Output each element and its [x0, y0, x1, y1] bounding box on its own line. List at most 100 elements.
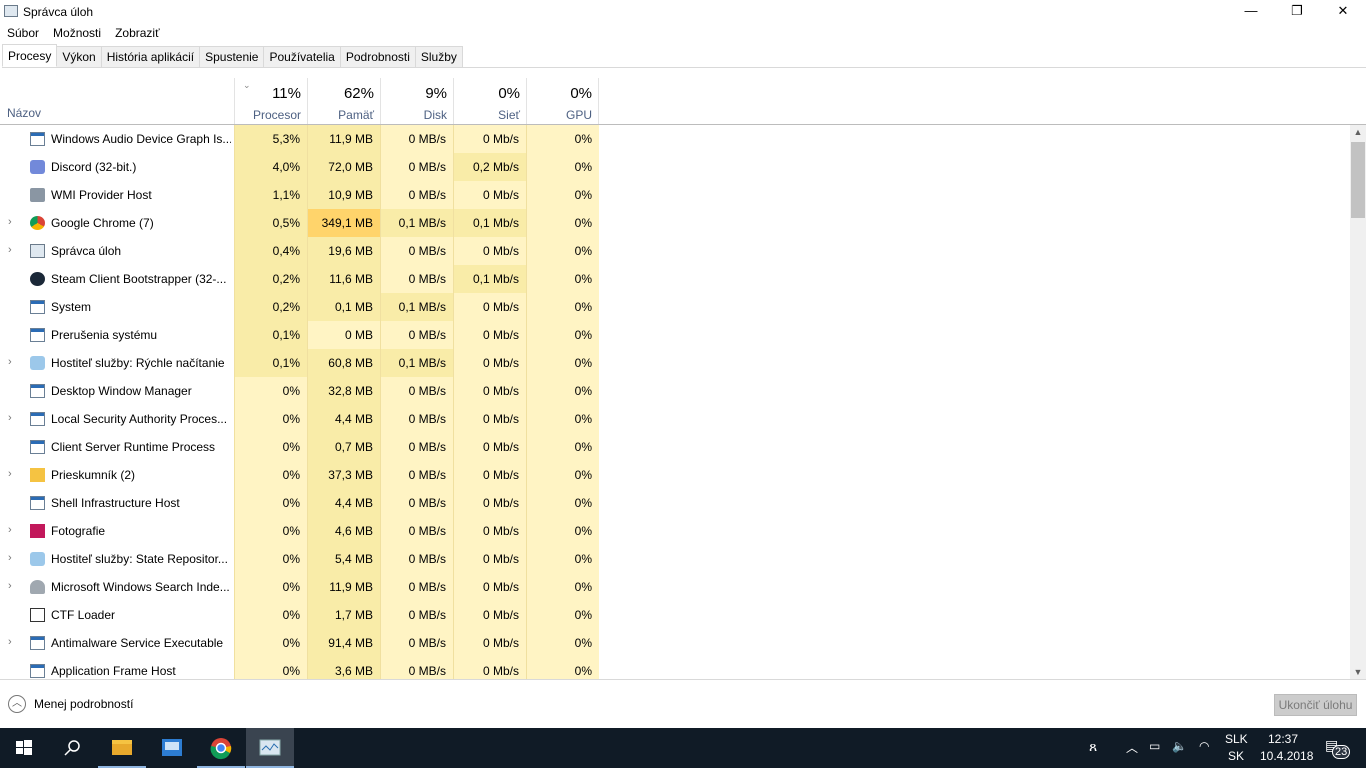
expand-chevron-icon[interactable]: ›	[8, 468, 12, 480]
fewer-details-link[interactable]: Menej podrobností	[34, 697, 133, 711]
expand-chevron-icon[interactable]: ›	[8, 216, 12, 228]
process-row[interactable]: Discord (32-bit.) 4,0% 72,0 MB 0 MB/s 0,2 Mb…	[0, 153, 1350, 181]
column-network[interactable]: 0% Sieť	[453, 78, 526, 124]
cpu-value: 0%	[234, 433, 307, 461]
expand-chevron-icon[interactable]: ›	[8, 412, 12, 424]
menu-options[interactable]: Možnosti	[46, 24, 108, 42]
process-row[interactable]: Steam Client Bootstrapper (32-... 0,2% 11,…	[0, 265, 1350, 293]
gpu-value: 0%	[526, 517, 599, 545]
volume-icon[interactable]: 🔈	[1172, 739, 1187, 753]
tab-services[interactable]: Služby	[415, 46, 463, 68]
menu-file[interactable]: Súbor	[0, 24, 46, 42]
scroll-down-icon[interactable]: ▼	[1350, 667, 1366, 677]
process-row[interactable]: WMI Provider Host 1,1% 10,9 MB 0 MB/s 0 Mb/s…	[0, 181, 1350, 209]
clock-time[interactable]: 12:37	[1268, 732, 1298, 746]
process-name: Shell Infrastructure Host	[51, 496, 180, 510]
disk-value: 0 MB/s	[380, 461, 453, 489]
process-row[interactable]: Prerušenia systému 0,1% 0 MB 0 MB/s 0 Mb/s 0%	[0, 321, 1350, 349]
memory-value: 349,1 MB	[307, 209, 380, 237]
process-row[interactable]: Shell Infrastructure Host 0% 4,4 MB 0 MB/s 0…	[0, 489, 1350, 517]
expand-chevron-icon[interactable]: ›	[8, 244, 12, 256]
chevron-up-icon[interactable]: ︿	[8, 695, 26, 713]
network-value: 0 Mb/s	[453, 489, 526, 517]
disk-value: 0 MB/s	[380, 657, 453, 679]
tab-processes[interactable]: Procesy	[2, 44, 58, 67]
chrome-icon	[210, 738, 232, 760]
network-value: 0 Mb/s	[453, 461, 526, 489]
process-row[interactable]: › Antimalware Service Executable 0% 91,4 MB…	[0, 629, 1350, 657]
tab-performance[interactable]: Výkon	[57, 46, 102, 68]
taskbar-explorer[interactable]	[98, 728, 146, 768]
close-button[interactable]: ✕	[1320, 0, 1366, 24]
cpu-value: 0%	[234, 573, 307, 601]
scrollbar-thumb[interactable]	[1351, 142, 1365, 218]
process-row[interactable]: Desktop Window Manager 0% 32,8 MB 0 MB/s 0 M…	[0, 377, 1350, 405]
taskbar-app[interactable]	[148, 728, 196, 768]
gpu-value: 0%	[526, 573, 599, 601]
disk-value: 0 MB/s	[380, 573, 453, 601]
tab-users[interactable]: Používatelia	[264, 46, 341, 68]
process-name: Prieskumník (2)	[51, 468, 136, 482]
process-row[interactable]: System 0,2% 0,1 MB 0,1 MB/s 0 Mb/s 0%	[0, 293, 1350, 321]
process-row[interactable]: Windows Audio Device Graph Is... 5,3% 11,9…	[0, 125, 1350, 153]
process-name: WMI Provider Host	[51, 188, 152, 202]
scroll-up-icon[interactable]: ▲	[1350, 127, 1366, 137]
expand-chevron-icon[interactable]: ›	[8, 356, 12, 368]
process-row[interactable]: › Microsoft Windows Search Inde... 0% 11,9 …	[0, 573, 1350, 601]
process-row[interactable]: › Správca úloh 0,4% 19,6 MB 0 MB/s 0 Mb/s 0%	[0, 237, 1350, 265]
search-indexer-icon	[30, 580, 45, 594]
menu-view[interactable]: Zobraziť	[108, 24, 167, 42]
gpu-label: GPU	[565, 108, 592, 122]
language-code[interactable]: SLK	[1225, 732, 1248, 746]
expand-chevron-icon[interactable]: ›	[8, 552, 12, 564]
process-row[interactable]: › Hostiteľ služby: Rýchle načítanie 0,1% 60…	[0, 349, 1350, 377]
expand-chevron-icon[interactable]: ›	[8, 524, 12, 536]
wifi-icon[interactable]: ◠	[1199, 739, 1209, 753]
process-row[interactable]: Application Frame Host 0% 3,6 MB 0 MB/s 0 Mb…	[0, 657, 1350, 679]
keyboard-layout[interactable]: SK	[1228, 749, 1244, 763]
expand-chevron-icon[interactable]: ›	[8, 636, 12, 648]
taskbar-task-manager[interactable]	[246, 728, 294, 768]
cpu-value: 0,1%	[234, 349, 307, 377]
column-gpu[interactable]: 0% GPU	[526, 78, 599, 124]
column-memory[interactable]: 62% Pamäť	[307, 78, 380, 124]
process-row[interactable]: › Prieskumník (2) 0% 37,3 MB 0 MB/s 0 Mb/s 0%	[0, 461, 1350, 489]
restore-button[interactable]: ❐	[1274, 0, 1320, 24]
process-row[interactable]: › Local Security Authority Proces... 0% 4,4…	[0, 405, 1350, 433]
tab-details[interactable]: Podrobnosti	[340, 46, 416, 68]
gpu-value: 0%	[526, 209, 599, 237]
column-disk[interactable]: 9% Disk	[380, 78, 453, 124]
memory-total: 62%	[343, 85, 374, 102]
tab-app-history[interactable]: História aplikácií	[101, 46, 201, 68]
column-name[interactable]: Názov	[7, 106, 41, 120]
process-row[interactable]: › Google Chrome (7) 0,5% 349,1 MB 0,1 MB/s 0,…	[0, 209, 1350, 237]
search-button[interactable]	[48, 728, 96, 768]
clock-date[interactable]: 10.4.2018	[1260, 749, 1313, 763]
folder-icon	[112, 740, 132, 755]
battery-icon[interactable]: ▭	[1149, 739, 1160, 753]
taskbar-chrome[interactable]	[197, 728, 245, 768]
chrome-icon	[30, 216, 45, 230]
network-value: 0,1 Mb/s	[453, 265, 526, 293]
task-manager-icon	[259, 739, 281, 756]
minimize-button[interactable]: —	[1228, 0, 1274, 24]
steam-icon	[30, 272, 45, 286]
title-bar: Správca úloh — ❐ ✕	[0, 0, 1366, 24]
expand-chevron-icon[interactable]: ›	[8, 580, 12, 592]
tab-startup[interactable]: Spustenie	[200, 46, 265, 68]
disk-value: 0 MB/s	[380, 601, 453, 629]
disk-value: 0 MB/s	[380, 377, 453, 405]
process-row[interactable]: › Hostiteľ služby: State Repositor... 0% 5,…	[0, 545, 1350, 573]
process-row[interactable]: CTF Loader 0% 1,7 MB 0 MB/s 0 Mb/s 0%	[0, 601, 1350, 629]
column-cpu[interactable]: ⌄ 11% Procesor	[234, 78, 307, 124]
chevron-up-icon[interactable]: ︿	[1126, 739, 1138, 756]
memory-value: 3,6 MB	[307, 657, 380, 679]
window-icon	[30, 664, 45, 678]
end-task-button[interactable]: Ukončiť úlohu	[1274, 694, 1357, 716]
people-icon[interactable]: ጸ	[1089, 738, 1097, 755]
process-row[interactable]: › Fotografie 0% 4,6 MB 0 MB/s 0 Mb/s 0%	[0, 517, 1350, 545]
vertical-scrollbar[interactable]: ▲ ▼	[1350, 125, 1366, 679]
process-row[interactable]: Client Server Runtime Process 0% 0,7 MB 0 M…	[0, 433, 1350, 461]
cpu-value: 0,2%	[234, 265, 307, 293]
start-button[interactable]	[0, 728, 48, 768]
